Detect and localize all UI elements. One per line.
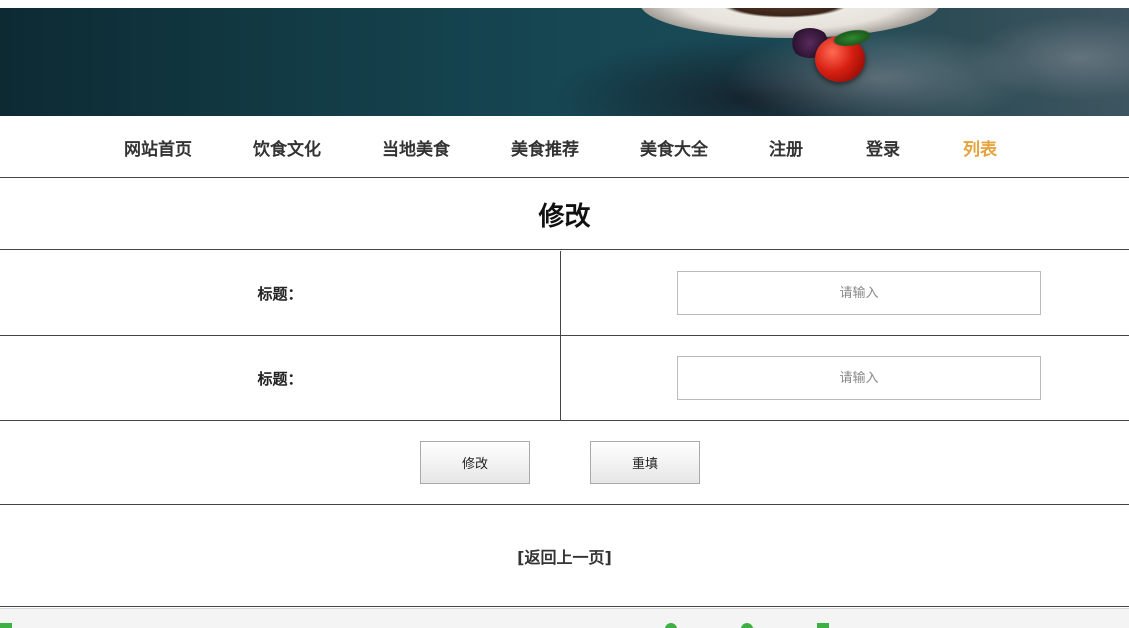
browser-status-bar bbox=[0, 608, 1129, 628]
header-banner-image bbox=[0, 8, 1129, 116]
nav-item-local-food[interactable]: 当地美食 bbox=[382, 135, 450, 160]
back-link[interactable]: [返回上一页] bbox=[517, 544, 612, 568]
status-green-square-icon-2 bbox=[816, 622, 829, 628]
reset-button[interactable]: 重填 bbox=[590, 441, 700, 484]
nav-item-list[interactable]: 列表 bbox=[963, 135, 997, 160]
form-label-title-1: 标题： bbox=[0, 251, 561, 335]
form-row-title-1: 标题： bbox=[0, 251, 1129, 336]
nav-item-register[interactable]: 注册 bbox=[769, 135, 803, 160]
main-nav: 网站首页 饮食文化 当地美食 美食推荐 美食大全 注册 登录 列表 bbox=[0, 116, 1129, 178]
status-green-dot-icon bbox=[665, 622, 677, 628]
nav-item-home[interactable]: 网站首页 bbox=[124, 135, 192, 160]
nav-item-login[interactable]: 登录 bbox=[866, 135, 900, 160]
form-button-row: 修改 重填 bbox=[0, 421, 1129, 505]
back-row: [返回上一页] bbox=[0, 505, 1129, 607]
nav-item-food-culture[interactable]: 饮食文化 bbox=[253, 135, 321, 160]
form-label-title-2: 标题： bbox=[0, 336, 561, 420]
status-green-dot-icon-2 bbox=[740, 622, 753, 628]
nav-item-food-encyclopedia[interactable]: 美食大全 bbox=[640, 135, 708, 160]
submit-edit-button[interactable]: 修改 bbox=[420, 441, 530, 484]
status-bar-right bbox=[665, 621, 839, 628]
nav-item-food-recommend[interactable]: 美食推荐 bbox=[511, 135, 579, 160]
form-row-title-2: 标题： bbox=[0, 336, 1129, 421]
top-strip bbox=[0, 0, 1129, 8]
status-green-square-icon bbox=[0, 622, 12, 628]
status-bar-left bbox=[0, 621, 18, 628]
title-input-1[interactable] bbox=[677, 271, 1041, 315]
title-input-2[interactable] bbox=[677, 356, 1041, 400]
page-title: 修改 bbox=[0, 179, 1129, 250]
